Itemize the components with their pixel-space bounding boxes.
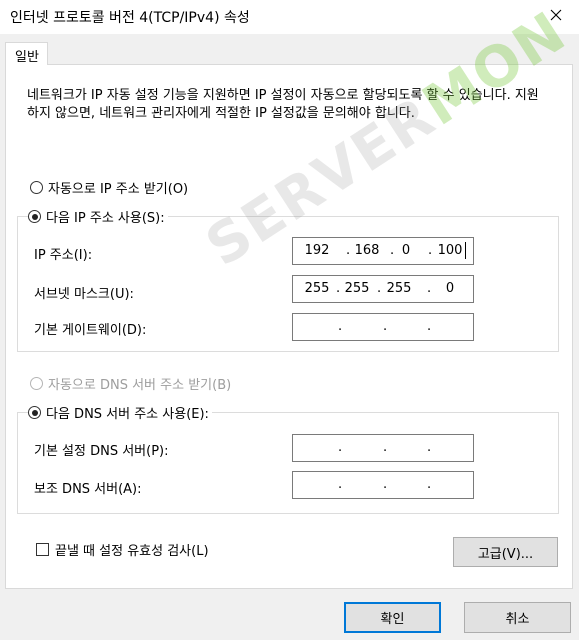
title-bar: 인터넷 프로토콜 버전 4(TCP/IPv4) 속성: [0, 0, 579, 34]
auto-ip-label: 자동으로 IP 주소 받기(O): [48, 182, 189, 197]
ip-octet-4: 100: [437, 243, 463, 258]
text-caret: [465, 242, 466, 259]
ip-dot: .: [427, 319, 432, 334]
advanced-button[interactable]: 고급(V)...: [453, 537, 558, 567]
default-gateway-input[interactable]: . . .: [292, 313, 474, 341]
ok-button-label: 확인: [380, 612, 405, 627]
ip-dot: .: [336, 281, 341, 296]
preferred-dns-label: 기본 설정 DNS 서버(P):: [34, 444, 169, 459]
ip-dot: .: [428, 243, 433, 258]
mask-octet-4: 0: [445, 281, 455, 296]
cancel-button[interactable]: 취소: [464, 602, 571, 633]
ip-dot: .: [427, 281, 432, 296]
cancel-button-label: 취소: [505, 612, 530, 627]
preferred-dns-input[interactable]: . . .: [292, 434, 474, 462]
description-text: 네트워크가 IP 자동 설정 기능을 지원하면 IP 설정이 자동으로 할당되도…: [27, 88, 539, 121]
subnet-mask-label: 서브넷 마스크(U):: [34, 287, 134, 302]
ip-octet-3: 0: [401, 243, 411, 258]
tcpip-properties-dialog: 인터넷 프로토콜 버전 4(TCP/IPv4) 속성 일반 네트워크가 IP 자…: [0, 0, 579, 640]
ok-button[interactable]: 확인: [344, 602, 441, 633]
ip-dot: .: [383, 440, 388, 455]
ip-octet-2: 168: [354, 243, 380, 258]
default-gateway-label: 기본 게이트웨이(D):: [34, 323, 147, 338]
validate-on-exit-label: 끝낼 때 설정 유효성 검사(L): [55, 544, 209, 559]
manual-dns-option[interactable]: 다음 DNS 서버 주소 사용(E):: [28, 403, 212, 422]
manual-dns-label: 다음 DNS 서버 주소 사용(E):: [46, 407, 209, 422]
ip-dot: .: [346, 243, 351, 258]
manual-ip-label: 다음 IP 주소 사용(S):: [46, 211, 165, 226]
ip-dot: .: [338, 477, 343, 492]
advanced-button-label: 고급(V)...: [477, 546, 534, 562]
close-button[interactable]: [533, 0, 579, 30]
ip-dot: .: [427, 440, 432, 455]
manual-ip-radio[interactable]: [28, 210, 41, 223]
window-title: 인터넷 프로토콜 버전 4(TCP/IPv4) 속성: [10, 10, 250, 26]
ip-dot: .: [377, 281, 382, 296]
mask-octet-2: 255: [344, 281, 370, 296]
ip-dot: .: [338, 440, 343, 455]
close-icon: [550, 9, 562, 21]
validate-on-exit-checkbox[interactable]: [36, 543, 49, 556]
dns-group-box: [17, 412, 559, 514]
ip-dot: .: [338, 319, 343, 334]
alternate-dns-input[interactable]: . . .: [292, 471, 474, 499]
auto-dns-label: 자동으로 DNS 서버 주소 받기(B): [48, 378, 232, 393]
manual-ip-option[interactable]: 다음 IP 주소 사용(S):: [28, 207, 168, 226]
auto-ip-radio[interactable]: [30, 181, 43, 194]
ip-octet-1: 192: [304, 243, 330, 258]
ip-address-label: IP 주소(I):: [34, 248, 93, 263]
mask-octet-1: 255: [304, 281, 330, 296]
ip-dot: .: [427, 477, 432, 492]
subnet-mask-input[interactable]: 255 . 255 . 255 . 0: [292, 275, 474, 303]
alternate-dns-label: 보조 DNS 서버(A):: [34, 482, 142, 497]
tab-general[interactable]: 일반: [5, 42, 48, 65]
manual-dns-radio[interactable]: [28, 406, 41, 419]
auto-ip-option[interactable]: 자동으로 IP 주소 받기(O): [30, 178, 192, 197]
mask-octet-3: 255: [386, 281, 412, 296]
auto-dns-radio: [30, 377, 43, 390]
ip-dot: .: [383, 319, 388, 334]
tab-general-label: 일반: [15, 50, 39, 65]
validate-on-exit-option[interactable]: 끝낼 때 설정 유효성 검사(L): [36, 540, 209, 559]
ip-dot: .: [383, 477, 388, 492]
ip-address-input[interactable]: 192 . 168 . 0 . 100: [292, 237, 474, 265]
ip-dot: .: [390, 243, 395, 258]
auto-dns-option: 자동으로 DNS 서버 주소 받기(B): [30, 374, 235, 393]
